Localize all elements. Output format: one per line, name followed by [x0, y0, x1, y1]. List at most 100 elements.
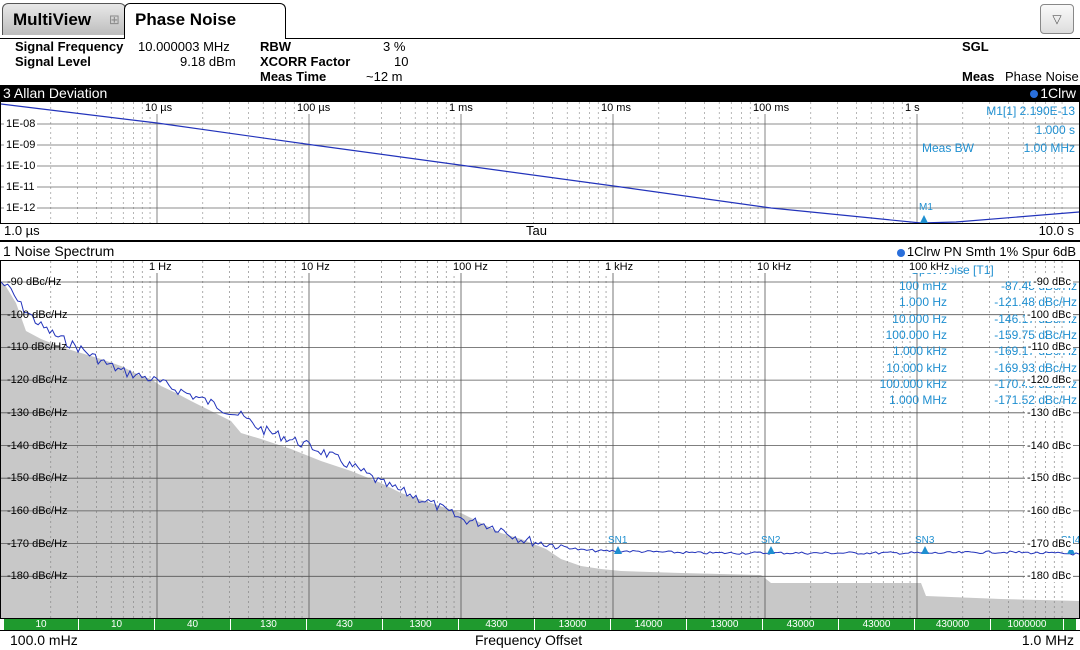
noise-y-tick-right: -150 dBc: [1024, 472, 1073, 485]
meas-time-value: ~12 m: [366, 69, 403, 84]
tab-phase-noise[interactable]: Phase Noise: [124, 3, 286, 39]
noise-x-axis-bar: 100.0 mHz Frequency Offset 1.0 MHz: [0, 630, 1080, 650]
spot-marker-icon: [767, 546, 775, 554]
spot-noise-freq: 100.000 Hz: [885, 327, 947, 342]
spot-marker-icon: [614, 546, 622, 554]
trace-dot-icon: [896, 248, 905, 257]
noise-x-axis-label: Frequency Offset: [475, 632, 583, 648]
rbw-segment-cell: 4300: [459, 619, 535, 630]
allan-x-tick: 1 s: [903, 102, 922, 114]
rbw-segment-cell: 1000000: [991, 619, 1064, 630]
spot-noise-freq: 1.000 Hz: [898, 295, 947, 310]
noise-y-tick-left: -150 dBc/Hz: [7, 472, 68, 485]
noise-y-tick-left: -120 dBc/Hz: [7, 374, 68, 387]
rbw-segment-cell: 13000: [535, 619, 611, 630]
noise-y-tick-left: -180 dBc/Hz: [7, 570, 68, 583]
rbw-segment-cell: 10: [4, 619, 79, 630]
spot-noise-freq: 10.000 kHz: [886, 360, 947, 375]
noise-window-header[interactable]: 1 Noise Spectrum 1Clrw PN Smth 1% Spur 6…: [0, 243, 1080, 260]
rbw-segment-cell: 43000: [839, 619, 915, 630]
signal-level-label: Signal Level: [15, 54, 91, 69]
window-divider: [0, 240, 1080, 242]
rbw-segment-bar: 10 10 40 130 430 1300 4300 13000 14000 13000 43000…: [4, 619, 1076, 630]
meas-bw-label: Meas BW: [922, 141, 975, 155]
noise-y-tick-left: -160 dBc/Hz: [7, 504, 68, 517]
meas-bw-value: 1.00 MHz: [1023, 141, 1075, 155]
allan-marker-x: 1.000 s: [1035, 123, 1075, 137]
spot-noise-freq: 100 mHz: [898, 279, 947, 293]
noise-x-tick: 10 Hz: [299, 261, 332, 273]
noise-y-tick-right: -140 dBc: [1024, 439, 1073, 452]
rbw-label: RBW: [260, 39, 292, 54]
allan-window-header[interactable]: 3 Allan Deviation 1Clrw: [0, 85, 1080, 101]
noise-x-tick: 10 kHz: [755, 261, 794, 273]
allan-trace-label: 1Clrw: [1040, 85, 1076, 101]
noise-y-tick-left: -110 dBc/Hz: [7, 341, 67, 354]
allan-y-tick: 1E-12: [4, 202, 38, 214]
signal-frequency-label: Signal Frequency: [15, 39, 124, 54]
rbw-segment-cell: 43000: [763, 619, 839, 630]
noise-trace-info: 1Clrw PN Smth 1% Spur 6dB: [896, 243, 1076, 260]
spot-noise-freq: 100.000 kHz: [879, 376, 947, 391]
allan-y-tick: 1E-09: [4, 139, 38, 151]
tab-multiview[interactable]: MultiView ⊞: [2, 3, 126, 35]
spot-marker-label: SN1: [608, 535, 628, 546]
noise-x-tick: 100 Hz: [451, 261, 490, 273]
spot-marker-label: SN3: [915, 535, 935, 546]
allan-y-tick: 1E-10: [4, 160, 38, 172]
noise-y-tick-left: -100 dBc/Hz: [7, 308, 68, 321]
rbw-segment-cell: 40: [155, 619, 231, 630]
noise-x-start: 100.0 mHz: [10, 632, 78, 648]
allan-x-tick: 10 ms: [599, 102, 633, 114]
noise-y-tick-left: -130 dBc/Hz: [7, 406, 68, 419]
noise-plot[interactable]: SN1SN2SN3SN4 Spot Noise [T1] 100 mHz-87.…: [0, 260, 1080, 619]
tab-phase-noise-label: Phase Noise: [135, 10, 237, 29]
allan-x-tick: 1 ms: [447, 102, 475, 114]
noise-y-tick-right: -110 dBc: [1025, 341, 1073, 354]
signal-frequency-value: 10.000003 MHz: [138, 39, 230, 54]
meas-value: Phase Noise: [1005, 69, 1079, 84]
trace-dot-icon: [1030, 90, 1039, 99]
noise-y-tick-left: -90 dBc/Hz: [7, 276, 62, 288]
rbw-segment-cell: 10: [79, 619, 155, 630]
noise-x-tick: 100 kHz: [907, 261, 952, 273]
noise-y-tick-right: -170 dBc: [1024, 537, 1073, 550]
rbw-segment-cell: 430: [307, 619, 383, 630]
allan-marker-readout: M1[1] 2.190E-13: [986, 104, 1075, 118]
allan-trace-info: 1Clrw: [1030, 85, 1076, 101]
noise-y-tick-left: -170 dBc/Hz: [7, 537, 68, 550]
noise-y-tick-right: -120 dBc: [1024, 374, 1073, 387]
spot-marker-icon: [921, 546, 929, 554]
noise-x-stop: 1.0 MHz: [1021, 632, 1074, 648]
xcorr-label: XCORR Factor: [260, 54, 351, 69]
noise-y-tick-right: -180 dBc: [1024, 570, 1073, 583]
allan-x-tick: 100 ms: [751, 102, 792, 114]
noise-x-tick: 1 Hz: [147, 261, 174, 273]
spot-marker-label: SN2: [761, 535, 781, 546]
allan-y-tick: 1E-11: [4, 181, 37, 193]
allan-chart-svg: M1: [1, 102, 1079, 223]
noise-x-tick: 1 kHz: [603, 261, 636, 273]
allan-x-stop: 10.0 s: [1038, 223, 1074, 238]
signal-level-value: 9.18 dBm: [180, 54, 236, 69]
marker-m1-icon: [920, 215, 928, 223]
chevron-down-icon: ▽: [1052, 12, 1062, 26]
allan-plot[interactable]: M1 M1[1] 2.190E-13 1.000 s Meas BW 1.00 …: [0, 101, 1080, 224]
allan-x-tick: 10 µs: [143, 102, 175, 114]
allan-x-axis-label: Tau: [526, 223, 547, 238]
rbw-segment-cell: 14000: [611, 619, 687, 630]
rbw-segment-cell: 130: [231, 619, 307, 630]
tab-multiview-label: MultiView: [13, 10, 92, 29]
noise-trace-label: 1Clrw PN Smth 1% Spur 6dB: [906, 244, 1076, 259]
allan-x-tick: 100 µs: [295, 102, 333, 114]
allan-window-title: 3 Allan Deviation: [3, 85, 108, 101]
rbw-value: 3 %: [383, 39, 406, 54]
spot-noise-freq: 1.000 MHz: [888, 393, 947, 408]
noise-y-tick-right: -90 dBc: [1031, 276, 1073, 288]
allan-x-start: 1.0 µs: [4, 223, 40, 238]
spot-noise-freq: 10.000 Hz: [892, 311, 947, 326]
noise-window-title: 1 Noise Spectrum: [3, 243, 115, 259]
meas-label: Meas: [962, 69, 995, 84]
dropdown-button[interactable]: ▽: [1040, 4, 1074, 34]
tab-bar: MultiView ⊞ Phase Noise ▽: [0, 0, 1080, 39]
